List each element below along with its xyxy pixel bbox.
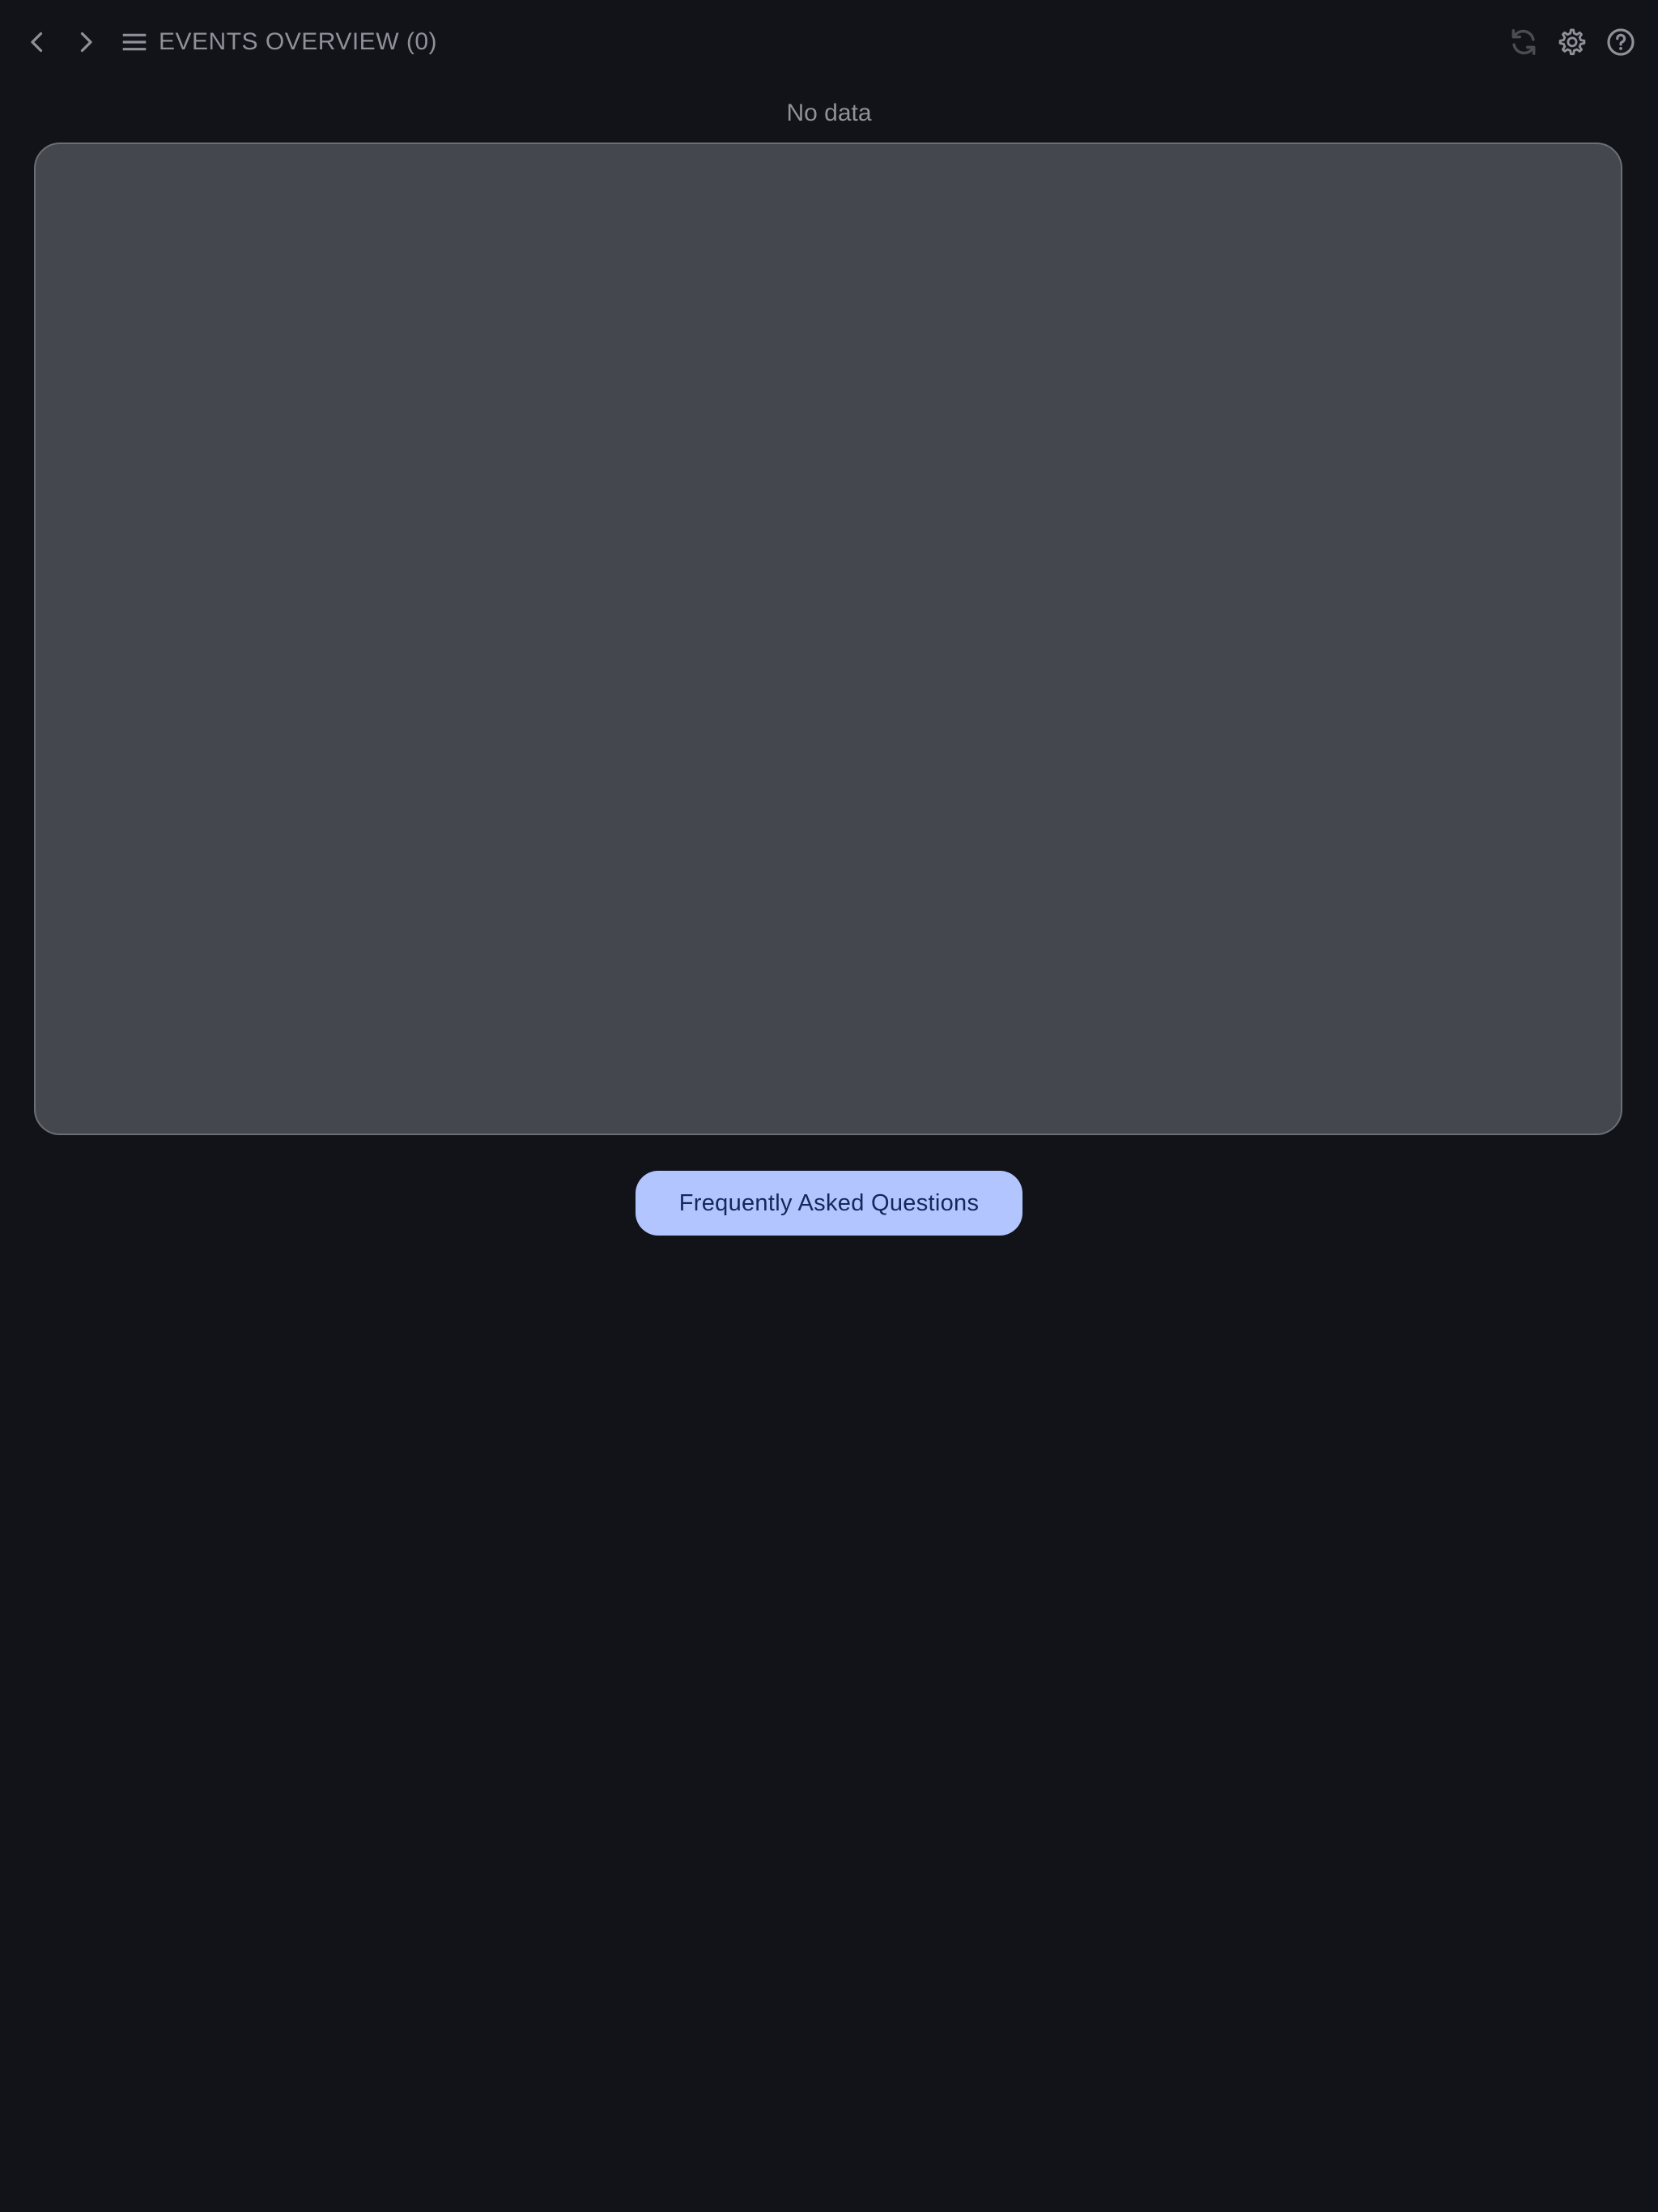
top-bar: EVENTS OVERVIEW (0) <box>0 0 1658 84</box>
chevron-left-icon <box>23 28 52 57</box>
refresh-icon <box>1508 27 1539 57</box>
help-button[interactable] <box>1596 18 1645 66</box>
chevron-right-icon <box>71 28 100 57</box>
help-icon <box>1605 27 1636 57</box>
menu-icon <box>119 27 150 57</box>
settings-button[interactable] <box>1548 18 1596 66</box>
page-title: EVENTS OVERVIEW (0) <box>159 28 438 55</box>
chart-panel <box>34 143 1622 1135</box>
faq-button[interactable]: Frequently Asked Questions <box>636 1171 1022 1236</box>
menu-button[interactable] <box>110 18 159 66</box>
back-button[interactable] <box>13 18 62 66</box>
refresh-button[interactable] <box>1499 18 1548 66</box>
forward-button[interactable] <box>62 18 110 66</box>
page: EVENTS OVERVIEW (0) No data Frequently A… <box>0 0 1658 2212</box>
gear-icon <box>1557 27 1588 57</box>
empty-state-message: No data <box>786 100 872 126</box>
